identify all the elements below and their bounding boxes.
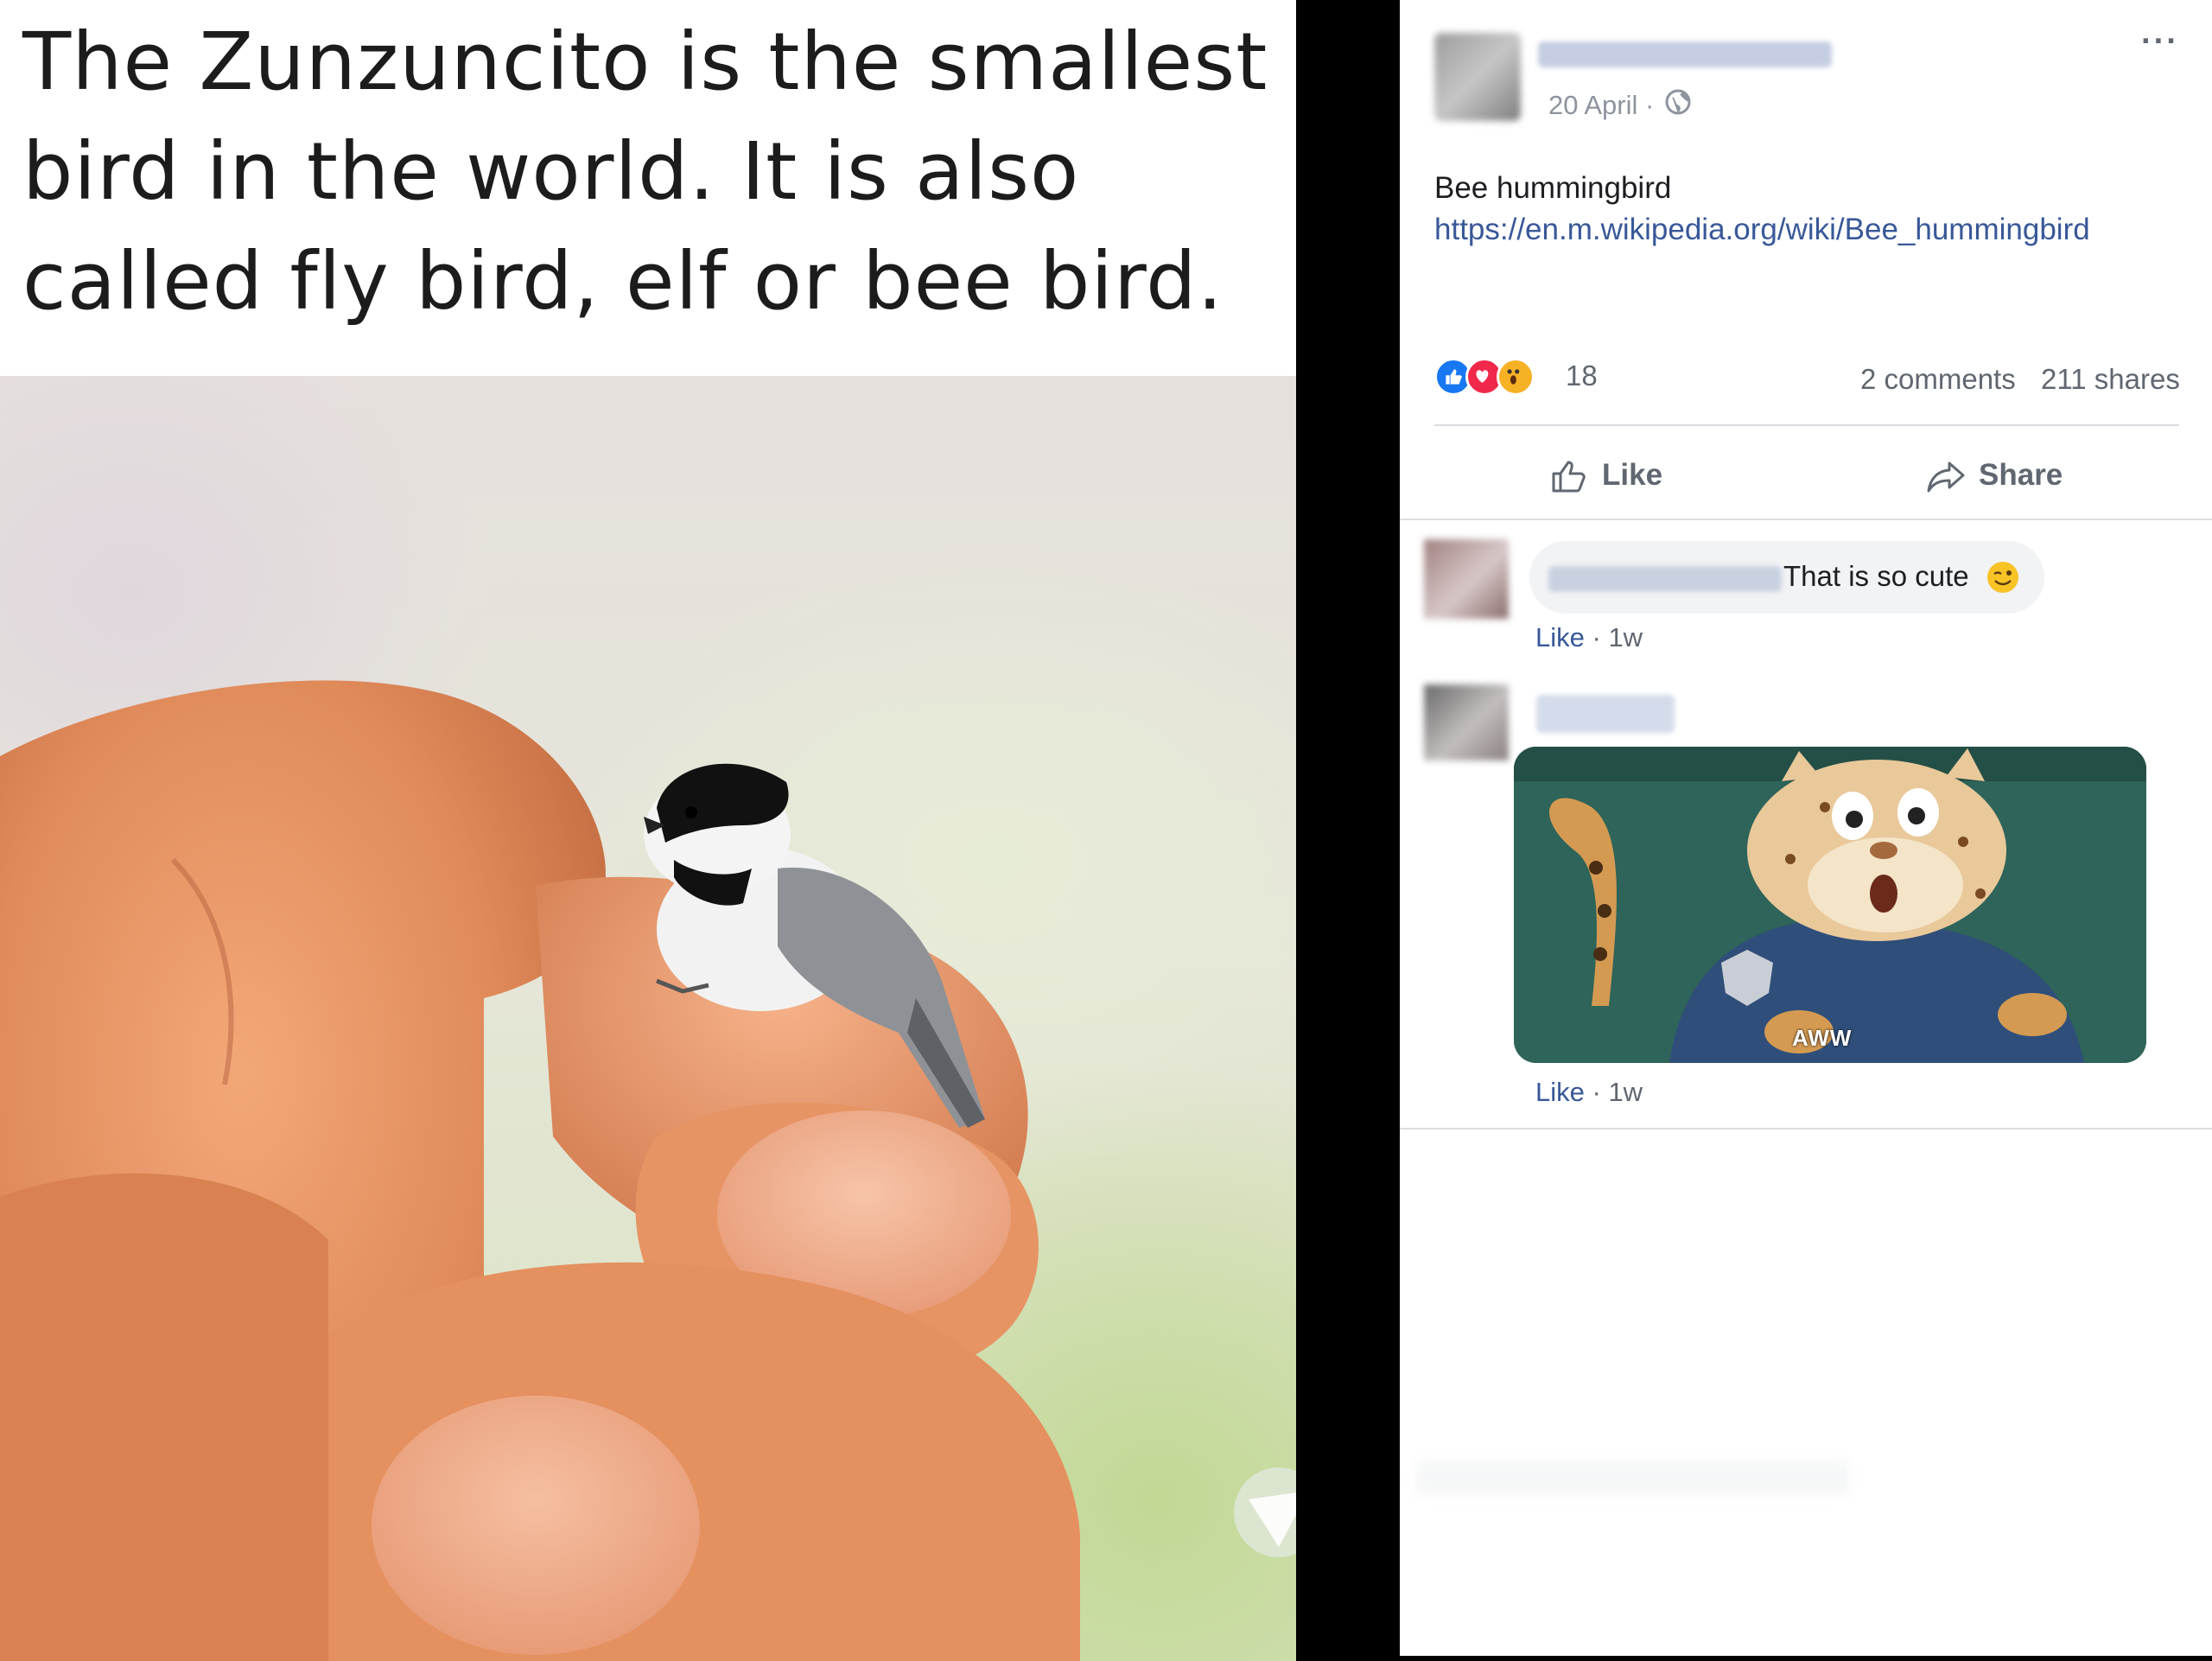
comment-like-link[interactable]: Like (1535, 622, 1585, 652)
wink-icon (1987, 562, 2018, 593)
reaction-count[interactable]: 18 (1566, 360, 1598, 392)
hand-with-bird-illustration (0, 680, 1080, 1661)
wow-reaction-icon (1497, 358, 1535, 396)
cheetah-cartoon-gif (1514, 747, 2146, 1063)
comment-time[interactable]: 1w (1608, 622, 1643, 652)
divider (1400, 519, 2212, 520)
comments-count[interactable]: 2 comments (1860, 363, 2016, 396)
share-label: Share (1979, 458, 2063, 492)
comment-actions: Like · 1w (1535, 622, 1643, 652)
watermark: a (1231, 1465, 1296, 1569)
post-date[interactable]: 20 April · (1548, 90, 1654, 121)
post-text: Bee hummingbird (1434, 171, 1672, 205)
commenter-name-blurred[interactable] (1536, 695, 1675, 733)
author-avatar[interactable] (1434, 33, 1521, 121)
meme-caption: The Zunzuncito is the smallest bird in t… (22, 16, 1268, 328)
globe-icon (1665, 89, 1691, 115)
wikipedia-link[interactable]: https://en.m.wikipedia.org/wiki/Bee_humm… (1434, 213, 2090, 247)
facebook-post: ··· 20 April · Bee hummingbird https://e… (1400, 0, 2212, 1656)
divider (1434, 424, 2179, 426)
watermark-logo-icon (1234, 1467, 1296, 1557)
comment-time[interactable]: 1w (1608, 1077, 1643, 1107)
meme-image: The Zunzuncito is the smallest bird in t… (0, 0, 1296, 1661)
comment-actions: Like · 1w (1535, 1077, 1643, 1107)
like-button[interactable]: Like (1548, 449, 1662, 501)
commenter-name-blurred[interactable] (1548, 566, 1782, 592)
like-label: Like (1602, 458, 1663, 492)
panel-divider (1296, 0, 1400, 1661)
commenter-avatar[interactable] (1424, 539, 1509, 619)
gif-caption: AWW (1792, 1025, 1853, 1051)
reaction-icons[interactable] (1434, 358, 1538, 398)
comment-gif[interactable]: AWW (1514, 747, 2146, 1063)
share-arrow-icon (1927, 461, 1965, 493)
commenter-avatar[interactable] (1424, 684, 1509, 760)
shares-count[interactable]: 211 shares (2041, 363, 2180, 396)
more-options-button[interactable]: ··· (2141, 25, 2179, 58)
author-name-blurred[interactable] (1538, 41, 1832, 67)
share-button[interactable]: Share (1925, 449, 2063, 501)
faded-area (1417, 1461, 1849, 1495)
bird-photo (0, 376, 1296, 1661)
comment-text: That is so cute (1783, 560, 1969, 592)
divider (1400, 1128, 2212, 1130)
comment-like-link[interactable]: Like (1535, 1077, 1585, 1107)
thumbs-up-icon (1552, 461, 1586, 493)
